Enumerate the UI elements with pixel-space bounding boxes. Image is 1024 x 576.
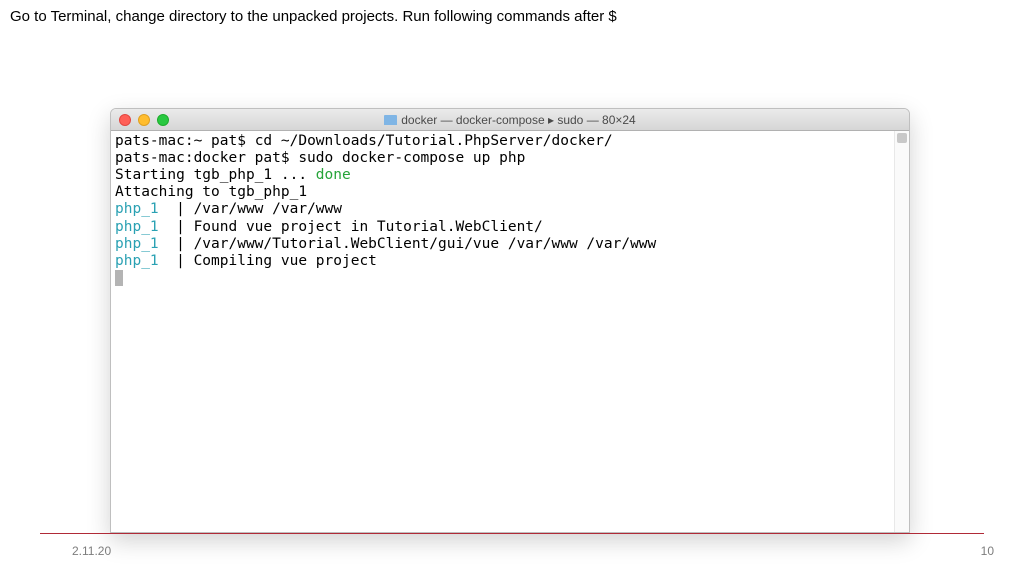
folder-icon: [384, 115, 397, 125]
terminal-line: php_1 | /var/www/Tutorial.WebClient/gui/…: [115, 236, 905, 253]
cursor-icon: [115, 270, 123, 286]
terminal-window: docker — docker-compose ▸ sudo — 80×24 p…: [110, 108, 910, 533]
footer-date: 2.11.20: [72, 544, 111, 558]
traffic-lights: [119, 114, 169, 126]
scrollbar[interactable]: [894, 131, 909, 532]
terminal-cursor-line: [115, 270, 905, 287]
window-title-text: docker — docker-compose ▸ sudo — 80×24: [401, 113, 635, 127]
scrollbar-thumb[interactable]: [897, 133, 907, 143]
terminal-line: Starting tgb_php_1 ... done: [115, 167, 905, 184]
terminal-line: pats-mac:docker pat$ sudo docker-compose…: [115, 150, 905, 167]
terminal-line: Attaching to tgb_php_1: [115, 184, 905, 201]
slide-instruction: Go to Terminal, change directory to the …: [10, 8, 617, 25]
close-icon[interactable]: [119, 114, 131, 126]
terminal-line: pats-mac:~ pat$ cd ~/Downloads/Tutorial.…: [115, 133, 905, 150]
minimize-icon[interactable]: [138, 114, 150, 126]
footer-divider: [40, 533, 984, 534]
terminal-line: php_1 | /var/www /var/www: [115, 201, 905, 218]
maximize-icon[interactable]: [157, 114, 169, 126]
window-title: docker — docker-compose ▸ sudo — 80×24: [111, 113, 909, 127]
window-titlebar: docker — docker-compose ▸ sudo — 80×24: [111, 109, 909, 131]
terminal-body[interactable]: pats-mac:~ pat$ cd ~/Downloads/Tutorial.…: [111, 131, 909, 532]
terminal-line: php_1 | Compiling vue project: [115, 253, 905, 270]
footer-page-number: 10: [981, 544, 994, 558]
terminal-line: php_1 | Found vue project in Tutorial.We…: [115, 219, 905, 236]
